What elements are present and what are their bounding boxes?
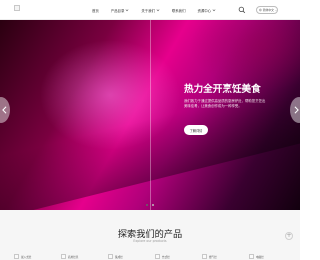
search-icon[interactable] [238, 6, 246, 14]
learn-more-button[interactable]: 了解详情 [184, 125, 208, 135]
product-label: 商用灶具 [68, 255, 79, 259]
hero-banner: 热力全开烹饪美食 我们致力于通过提供高品质的厨房炉灶，帮助您烹饪出美味佳肴，让美… [0, 20, 300, 210]
product-category-row: 嵌入式灶 商用灶具 集成灶 台式灶 燃气灶 电磁灶 [14, 254, 300, 259]
site-header: 首页 产品目录 关于我们 联系我们 资源中心 简体中文 [0, 0, 300, 20]
nav-item-products[interactable]: 产品目录 [111, 8, 130, 13]
nav-item-label: 首页 [92, 8, 99, 13]
product-category-item[interactable]: 嵌入式灶 [14, 254, 61, 259]
product-label: 燃气灶 [209, 255, 217, 259]
product-category-item[interactable]: 集成灶 [108, 254, 155, 259]
nav-item-about[interactable]: 关于我们 [141, 8, 160, 13]
chevron-down-icon [275, 9, 277, 11]
carousel-dots [0, 204, 300, 207]
product-thumbnail [61, 254, 66, 259]
product-category-item[interactable]: 电磁灶 [249, 254, 296, 259]
chevron-right-icon [294, 106, 299, 114]
carousel-dot[interactable] [152, 204, 155, 207]
product-label: 嵌入式灶 [21, 255, 32, 259]
carousel-prev-button[interactable] [0, 97, 10, 123]
product-thumbnail [155, 254, 160, 259]
main-nav: 首页 产品目录 关于我们 联系我们 资源中心 [92, 0, 228, 20]
product-label: 电磁灶 [256, 255, 264, 259]
product-thumbnail [202, 254, 207, 259]
nav-item-home[interactable]: 首页 [92, 8, 99, 13]
product-category-item[interactable]: 台式灶 [155, 254, 202, 259]
language-label: 简体中文 [262, 8, 274, 12]
hero-title: 热力全开烹饪美食 [184, 84, 261, 95]
nav-item-contact[interactable]: 联系我们 [172, 8, 186, 13]
product-label: 集成灶 [115, 255, 123, 259]
product-label: 台式灶 [162, 255, 170, 259]
section-title: 探索我们的产品 [117, 229, 183, 240]
product-thumbnail [108, 254, 113, 259]
nav-item-label: 联系我们 [171, 8, 186, 13]
hero-description: 我们致力于通过提供高品质的厨房炉灶，帮助您烹饪出美味佳肴，让美食创作成为一种享受… [184, 99, 266, 109]
chevron-down-icon [125, 9, 129, 12]
hero-glow [190, 20, 300, 90]
chevron-down-icon [212, 9, 216, 12]
chevron-down-icon [156, 9, 160, 12]
carousel-dot[interactable] [145, 204, 148, 207]
chevron-left-icon [1, 106, 6, 114]
nav-item-resources[interactable]: 资源中心 [197, 8, 216, 13]
section-subtitle: Explore our products [133, 239, 167, 243]
nav-item-label: 资源中心 [197, 8, 212, 13]
globe-icon [259, 8, 262, 12]
hero-divider-line [150, 20, 151, 210]
product-category-item[interactable]: 燃气灶 [202, 254, 249, 259]
nav-item-label: 关于我们 [141, 8, 155, 13]
nav-item-label: 产品目录 [110, 8, 125, 13]
product-category-item[interactable]: 商用灶具 [61, 254, 108, 259]
product-thumbnail [14, 254, 19, 259]
plus-icon[interactable]: + [285, 232, 293, 240]
language-selector[interactable]: 简体中文 [256, 6, 278, 14]
product-thumbnail [249, 254, 254, 259]
logo-image[interactable] [14, 5, 20, 11]
products-section: 探索我们的产品 Explore our products + 嵌入式灶 商用灶具… [0, 210, 300, 260]
